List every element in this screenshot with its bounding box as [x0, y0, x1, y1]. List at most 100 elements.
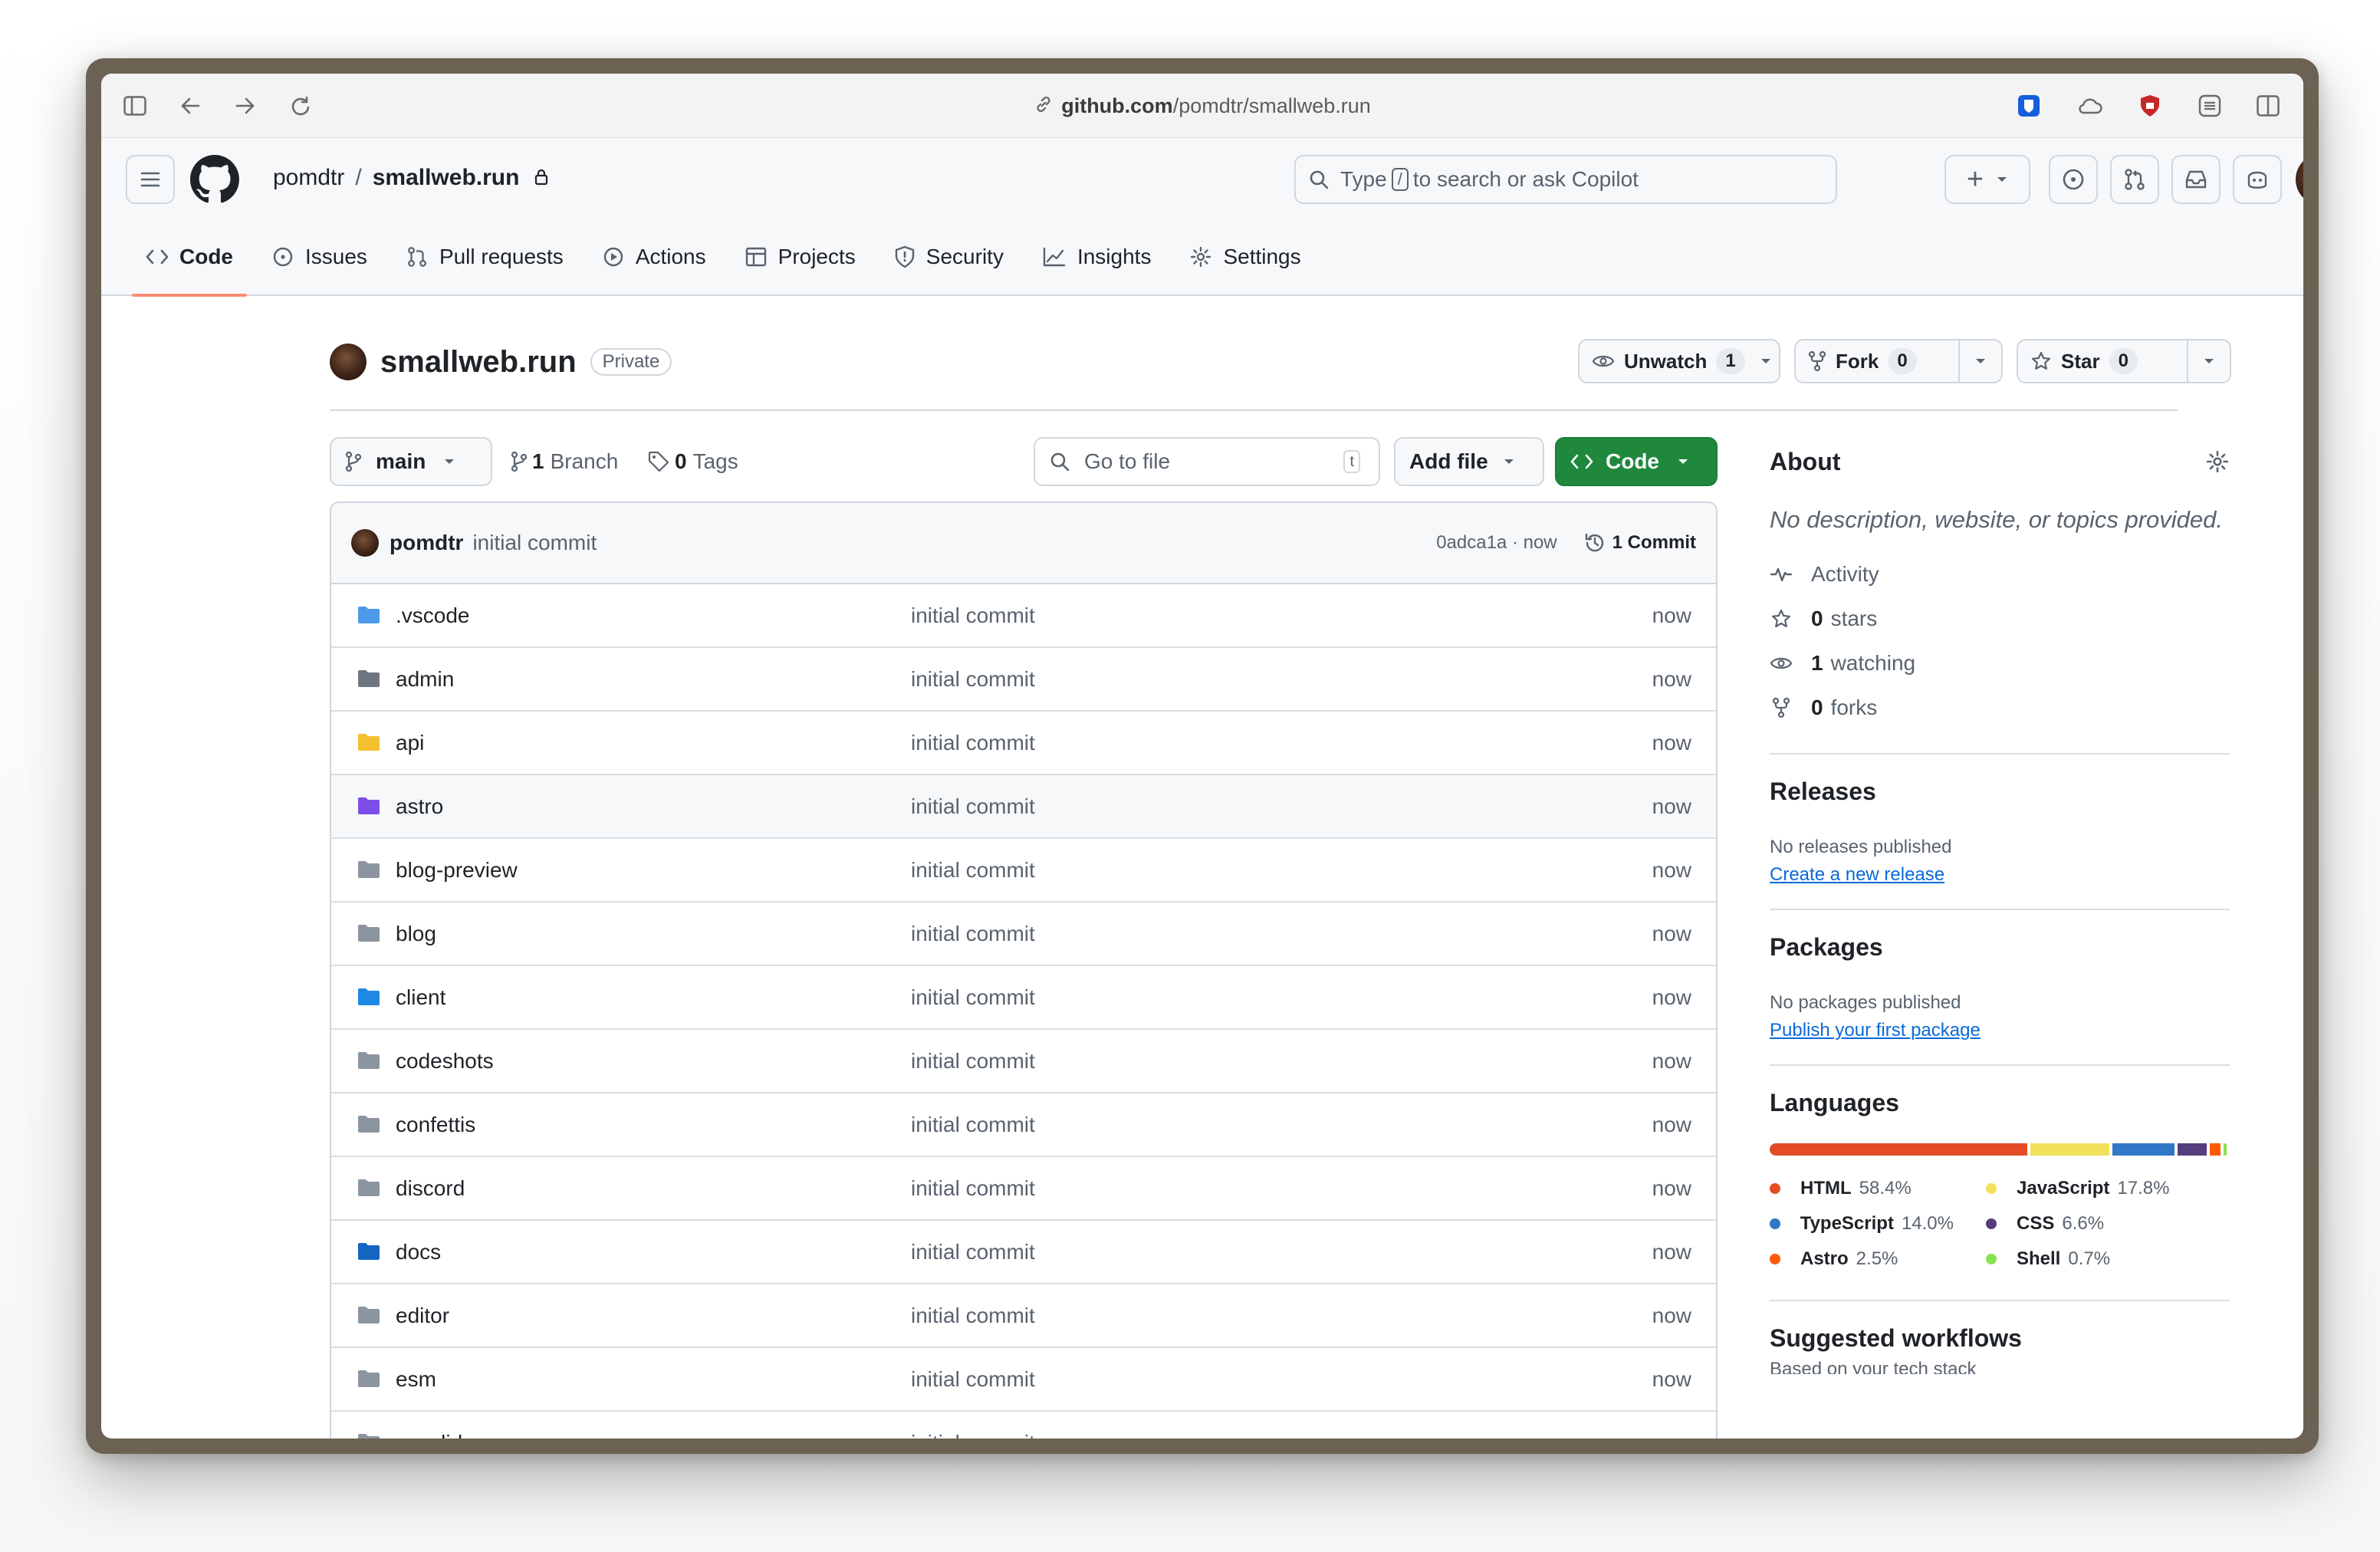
file-name[interactable]: api	[396, 731, 424, 755]
packages-title[interactable]: Packages	[1770, 933, 2230, 962]
file-row[interactable]: codeshots initial commit now	[331, 1030, 1716, 1093]
tags-link[interactable]: 0 Tags	[647, 437, 738, 486]
file-commit-message[interactable]: initial commit	[911, 985, 1035, 1010]
file-commit-message[interactable]: initial commit	[911, 1367, 1035, 1392]
go-to-file-input[interactable]: Go to file t	[1034, 437, 1380, 486]
language-bar-segment[interactable]	[1770, 1143, 2028, 1156]
tab-insights[interactable]: Insights	[1028, 234, 1165, 280]
file-row[interactable]: api initial commit now	[331, 712, 1716, 775]
inbox-button[interactable]	[2171, 155, 2221, 204]
file-row[interactable]: blog-preview initial commit now	[331, 839, 1716, 903]
file-row[interactable]: esm initial commit now	[331, 1348, 1716, 1412]
language-item[interactable]: JavaScript 17.8%	[1986, 1171, 2185, 1206]
cloud-extension-icon[interactable]	[2075, 90, 2106, 121]
file-commit-message[interactable]: initial commit	[911, 1240, 1035, 1264]
create-release-link[interactable]: Create a new release	[1770, 864, 2230, 886]
file-row[interactable]: .vscode initial commit now	[331, 584, 1716, 648]
stars-link[interactable]: 0 stars	[1770, 597, 2230, 641]
file-commit-message[interactable]: initial commit	[911, 731, 1035, 755]
file-row[interactable]: docs initial commit now	[331, 1221, 1716, 1284]
create-new-button[interactable]: +	[1944, 155, 2030, 204]
file-name[interactable]: client	[396, 985, 445, 1010]
commit-sha-time[interactable]: 0adca1a · now	[1436, 532, 1557, 554]
tab-pull-requests[interactable]: Pull requests	[392, 234, 577, 280]
address-bar[interactable]: github.com/pomdtr/smallweb.run	[101, 90, 2303, 121]
language-bar-segment[interactable]	[2177, 1143, 2207, 1156]
file-row[interactable]: client initial commit now	[331, 966, 1716, 1030]
file-commit-message[interactable]: initial commit	[911, 1049, 1035, 1074]
file-row[interactable]: discord initial commit now	[331, 1157, 1716, 1221]
tab-actions[interactable]: Actions	[588, 234, 720, 280]
file-name[interactable]: .vscode	[396, 603, 470, 628]
add-file-button[interactable]: Add file	[1394, 437, 1544, 486]
language-bar-segment[interactable]	[2223, 1143, 2227, 1156]
activity-link[interactable]: Activity	[1770, 552, 2230, 597]
issues-button[interactable]	[2049, 155, 2098, 204]
file-commit-message[interactable]: initial commit	[911, 794, 1035, 819]
file-commit-message[interactable]: initial commit	[911, 922, 1035, 946]
file-row[interactable]: admin initial commit now	[331, 648, 1716, 712]
language-item[interactable]: CSS 6.6%	[1986, 1206, 2185, 1241]
fork-button[interactable]: Fork 0	[1794, 339, 2003, 383]
file-name[interactable]: codeshots	[396, 1049, 494, 1074]
file-row[interactable]: blog initial commit now	[331, 903, 1716, 966]
repo-name[interactable]: smallweb.run	[380, 345, 577, 380]
commits-link[interactable]: 1 Commit	[1583, 531, 1696, 554]
pull-requests-button[interactable]	[2110, 155, 2159, 204]
gear-icon[interactable]	[2205, 449, 2230, 474]
search-input[interactable]: Type / to search or ask Copilot	[1294, 155, 1837, 204]
owner-avatar[interactable]	[330, 344, 367, 380]
shield-extension-icon[interactable]	[2135, 90, 2165, 121]
commit-author[interactable]: pomdtr	[390, 531, 463, 555]
language-item[interactable]: Shell 0.7%	[1986, 1241, 2185, 1277]
file-row[interactable]: confettis initial commit now	[331, 1093, 1716, 1157]
file-name[interactable]: confettis	[396, 1113, 475, 1137]
file-name[interactable]: blog-preview	[396, 858, 518, 883]
file-commit-message[interactable]: initial commit	[911, 1113, 1035, 1137]
copilot-button[interactable]	[2233, 155, 2282, 204]
tab-security[interactable]: Security	[880, 234, 1017, 280]
github-logo-icon[interactable]	[190, 155, 239, 204]
language-item[interactable]: HTML 58.4%	[1770, 1171, 1954, 1206]
file-row[interactable]: excalidraw initial commit now	[331, 1412, 1716, 1439]
file-name[interactable]: astro	[396, 794, 443, 819]
file-row[interactable]: astro initial commit now	[331, 775, 1716, 839]
file-name[interactable]: admin	[396, 667, 454, 692]
file-name[interactable]: excalidraw	[396, 1431, 497, 1439]
tab-code[interactable]: Code	[132, 234, 247, 297]
branch-selector[interactable]: main	[330, 437, 492, 486]
commit-message[interactable]: initial commit	[472, 531, 597, 555]
language-bar-segment[interactable]	[2030, 1143, 2109, 1156]
publish-package-link[interactable]: Publish your first package	[1770, 1020, 2230, 1041]
branches-link[interactable]: 1 Branch	[511, 437, 618, 486]
code-button[interactable]: Code	[1555, 437, 1718, 486]
file-name[interactable]: docs	[396, 1240, 441, 1264]
file-commit-message[interactable]: initial commit	[911, 1176, 1035, 1201]
tab-issues[interactable]: Issues	[258, 234, 381, 280]
file-commit-message[interactable]: initial commit	[911, 1304, 1035, 1328]
breadcrumb-repo[interactable]: smallweb.run	[373, 165, 520, 190]
file-commit-message[interactable]: initial commit	[911, 603, 1035, 628]
language-bar-segment[interactable]	[2112, 1143, 2175, 1156]
file-name[interactable]: esm	[396, 1367, 436, 1392]
language-item[interactable]: Astro 2.5%	[1770, 1241, 1954, 1277]
file-name[interactable]: discord	[396, 1176, 465, 1201]
breadcrumb-owner[interactable]: pomdtr	[273, 165, 344, 190]
tab-projects[interactable]: Projects	[731, 234, 869, 280]
language-item[interactable]: TypeScript 14.0%	[1770, 1206, 1954, 1241]
file-commit-message[interactable]: initial commit	[911, 667, 1035, 692]
language-bar-segment[interactable]	[2209, 1143, 2221, 1156]
menu-button[interactable]	[126, 155, 175, 204]
file-commit-message[interactable]: initial commit	[911, 1431, 1035, 1439]
star-button[interactable]: Star 0	[2017, 339, 2231, 383]
releases-title[interactable]: Releases	[1770, 778, 2230, 806]
bitwarden-extension-icon[interactable]	[2013, 90, 2044, 121]
commit-author-avatar[interactable]	[351, 529, 379, 557]
forks-link[interactable]: 0 forks	[1770, 686, 2230, 730]
file-commit-message[interactable]: initial commit	[911, 858, 1035, 883]
tab-settings[interactable]: Settings	[1175, 234, 1314, 280]
unwatch-button[interactable]: Unwatch 1	[1578, 339, 1780, 383]
split-view-icon[interactable]	[2253, 90, 2283, 121]
watching-link[interactable]: 1 watching	[1770, 641, 2230, 686]
file-name[interactable]: blog	[396, 922, 436, 946]
